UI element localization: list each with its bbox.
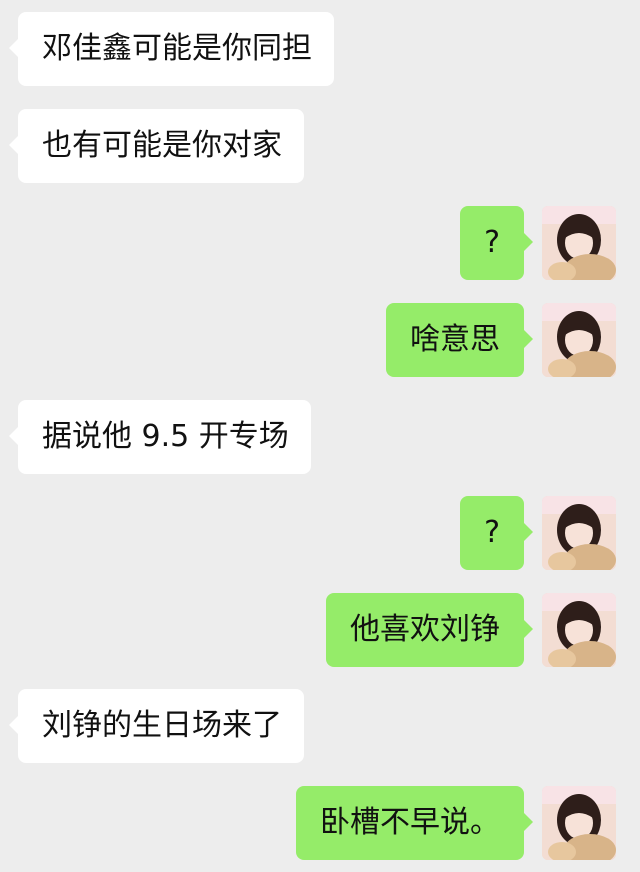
message-bubble[interactable]: 他喜欢刘铮 [326,593,533,667]
message-bubble[interactable]: 据说他 9.5 开专场 [9,400,311,474]
message-bubble[interactable]: 卧槽不早说。 [296,786,533,860]
avatar[interactable] [542,593,616,667]
message-bubble[interactable]: 刘铮的生日场来了 [9,689,304,763]
avatar[interactable] [542,496,616,570]
avatar[interactable] [542,303,616,377]
avatar[interactable] [542,206,616,280]
message-incoming: 刘铮的生日场来了 [0,689,640,765]
message-incoming: 邓佳鑫可能是你同担 [0,12,640,88]
message-bubble[interactable]: 啥意思 [386,303,533,377]
message-bubble[interactable]: ? [460,496,533,570]
chat-message-list[interactable]: 邓佳鑫可能是你同担 也有可能是你对家 ? 啥意思 据说他 9.5 开专场 ? 他… [0,0,640,872]
message-outgoing: ? [0,206,640,282]
message-bubble[interactable]: ? [460,206,533,280]
message-bubble[interactable]: 也有可能是你对家 [9,109,304,183]
message-incoming: 也有可能是你对家 [0,109,640,185]
message-bubble[interactable]: 邓佳鑫可能是你同担 [9,12,334,86]
message-outgoing: 他喜欢刘铮 [0,593,640,669]
message-outgoing: ? [0,496,640,572]
message-incoming: 据说他 9.5 开专场 [0,400,640,476]
message-outgoing: 啥意思 [0,303,640,379]
message-outgoing: 卧槽不早说。 [0,786,640,862]
avatar[interactable] [542,786,616,860]
